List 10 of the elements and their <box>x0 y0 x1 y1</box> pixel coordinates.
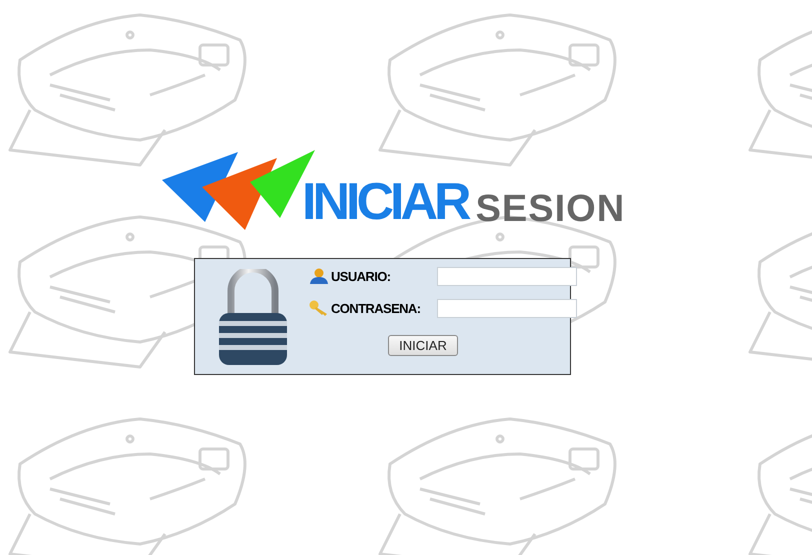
logo-title: INICIAR <box>302 176 468 228</box>
logo-subtitle: SESION <box>476 190 626 228</box>
input-field[interactable] <box>437 298 577 318</box>
login-button[interactable]: INICIAR <box>388 335 458 356</box>
padlock-icon <box>217 269 289 367</box>
user-icon <box>309 268 329 284</box>
key-icon <box>309 300 329 316</box>
field-label: CONTRASENA: <box>331 300 422 316</box>
field-label: USUARIO: <box>331 268 392 284</box>
input-field[interactable] <box>437 266 577 286</box>
